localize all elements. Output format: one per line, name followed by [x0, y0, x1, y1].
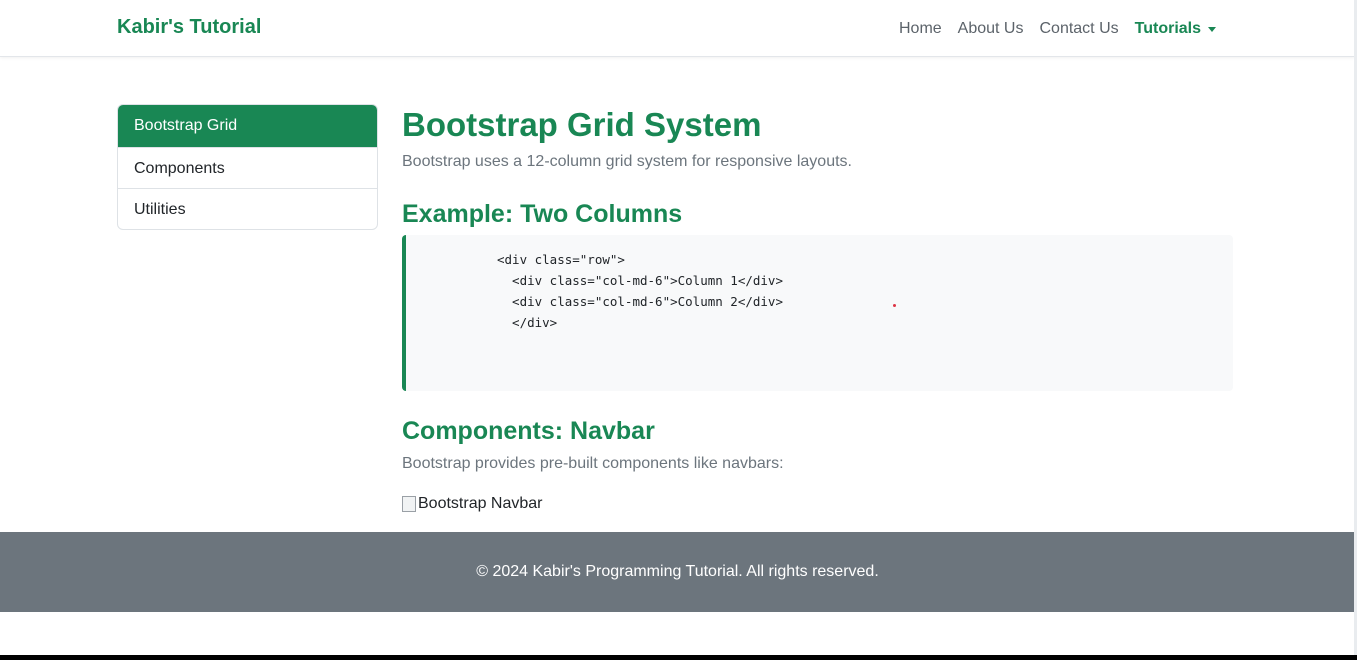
- cursor-dot: [893, 304, 896, 307]
- top-navbar: Kabir's Tutorial Home About Us Contact U…: [0, 0, 1355, 57]
- main-content: Bootstrap Grid System Bootstrap uses a 1…: [402, 104, 1233, 512]
- nav-tutorials-label: Tutorials: [1134, 20, 1201, 37]
- nav-tutorials-dropdown[interactable]: Tutorials: [1127, 18, 1224, 40]
- navbar-image: Bootstrap Navbar: [402, 494, 543, 514]
- broken-image-icon: [402, 496, 416, 512]
- sidebar-item-bootstrap-grid[interactable]: Bootstrap Grid: [118, 105, 377, 147]
- intro-text: Bootstrap uses a 12-column grid system f…: [402, 153, 852, 170]
- sidebar-item-components[interactable]: Components: [118, 147, 377, 188]
- example-section-title: Example: Two Columns: [402, 200, 683, 228]
- nav-links: Home About Us Contact Us Tutorials: [891, 18, 1224, 40]
- caret-down-icon: [1208, 26, 1216, 32]
- sidebar-list: Bootstrap Grid Components Utilities: [117, 104, 378, 230]
- window-bottom-border: [0, 655, 1357, 660]
- components-section-title: Components: Navbar: [402, 417, 655, 445]
- footer-text: © 2024 Kabir's Programming Tutorial. All…: [476, 563, 879, 580]
- footer: © 2024 Kabir's Programming Tutorial. All…: [0, 532, 1355, 612]
- navbar-image-alt: Bootstrap Navbar: [418, 495, 543, 512]
- sidebar-item-utilities[interactable]: Utilities: [118, 188, 377, 229]
- page-title: Bootstrap Grid System: [402, 106, 762, 143]
- nav-contact-link[interactable]: Contact Us: [1031, 18, 1126, 40]
- code-snippet: <div class="row"> <div class="col-md-6">…: [497, 252, 783, 330]
- code-block: <div class="row"> <div class="col-md-6">…: [402, 235, 1233, 391]
- components-text: Bootstrap provides pre-built components …: [402, 455, 784, 472]
- nav-home-link[interactable]: Home: [891, 18, 950, 40]
- brand-link[interactable]: Kabir's Tutorial: [117, 16, 261, 39]
- nav-about-link[interactable]: About Us: [950, 18, 1032, 40]
